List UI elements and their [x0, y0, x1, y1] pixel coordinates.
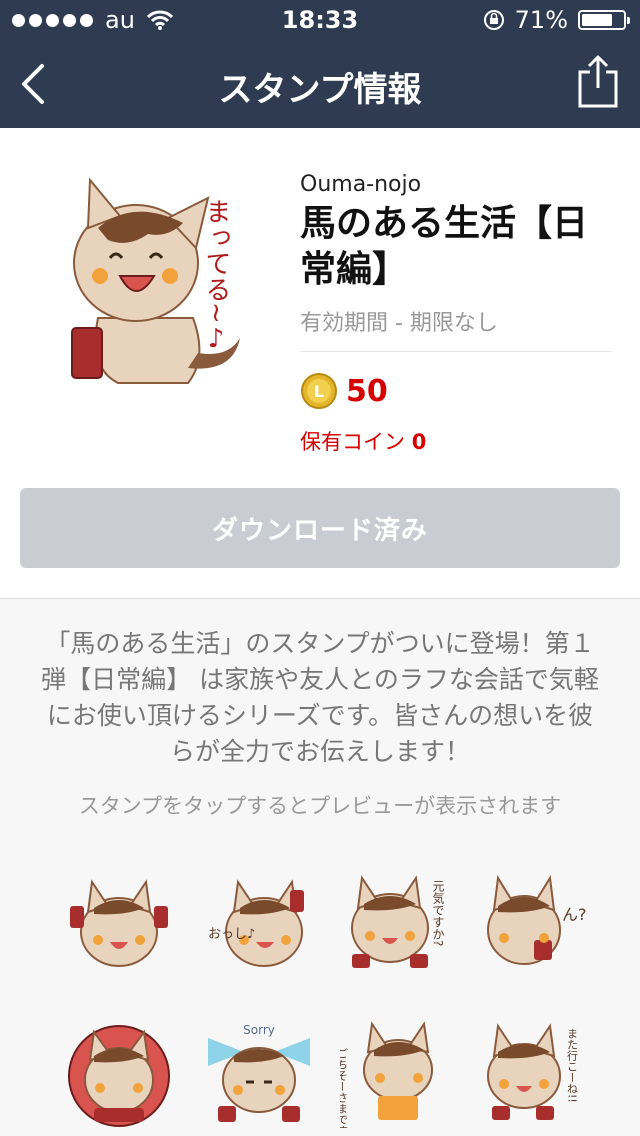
preview-hint: スタンプをタップするとプレビューが表示されます [78, 794, 562, 818]
coin-icon: L [301, 373, 337, 409]
sticker-caption: また行こーね!! [566, 1028, 579, 1103]
sticker-thumbnail[interactable]: ごちそーさまです [340, 1018, 450, 1128]
product-title: 馬のある生活【日常編】 [300, 203, 589, 290]
battery-icon [578, 10, 630, 30]
download-button[interactable]: ダウンロード済み [20, 488, 620, 568]
sticker-thumbnail[interactable]: ん? [478, 870, 588, 980]
owned-coins-label: 保有コイン [300, 430, 405, 454]
sticker-caption: ん? [562, 905, 587, 924]
owned-coins: 保有コイン 0 [300, 426, 612, 456]
nav-bar: スタンプ情報 [0, 40, 640, 128]
owned-coins-value: 0 [411, 430, 427, 454]
author-name[interactable]: Ouma-nojo [300, 172, 612, 197]
rotation-lock-icon [483, 10, 504, 30]
sticker-thumbnail[interactable] [64, 1018, 174, 1128]
sticker-caption: ごちそーさまです [340, 1048, 349, 1128]
sticker-caption: 元気ですか? [431, 880, 445, 946]
description-text: 「馬のある生活」のスタンプがついに登場！第１弾【日常編】 は家族や友人とのラフな… [41, 629, 599, 766]
share-button[interactable] [576, 54, 620, 110]
sticker-thumbnail[interactable]: また行こーね!! [478, 1018, 588, 1128]
main-sticker-image[interactable]: まってる~♪ [58, 158, 248, 398]
product-info: Ouma-nojo 馬のある生活【日常編】 有効期間 - 期限なし L 50 保… [300, 172, 612, 456]
sticker-thumbnail[interactable]: Sorry [204, 1018, 314, 1128]
page-title: スタンプ情報 [218, 70, 422, 110]
main-sticker-text: まってる~♪ [201, 198, 231, 354]
price-row: L 50 [300, 372, 612, 410]
sticker-thumbnail[interactable]: おっし♪ [204, 870, 314, 980]
price-value: 50 [346, 373, 388, 409]
sticker-thumbnail[interactable] [64, 870, 174, 980]
sticker-header-card: まってる~♪ Ouma-nojo 馬のある生活【日常編】 有効期間 - 期限なし… [0, 128, 640, 599]
sticker-caption: おっし♪ [208, 927, 255, 942]
svg-text:L: L [314, 382, 324, 401]
sticker-thumbnail[interactable]: 元気ですか? [340, 870, 450, 980]
battery-percent: 71% [514, 6, 568, 34]
sticker-caption: Sorry [243, 1023, 275, 1037]
validity-text: 有効期間 - 期限なし [300, 305, 612, 352]
status-bar: au 18:33 71% [0, 0, 640, 40]
